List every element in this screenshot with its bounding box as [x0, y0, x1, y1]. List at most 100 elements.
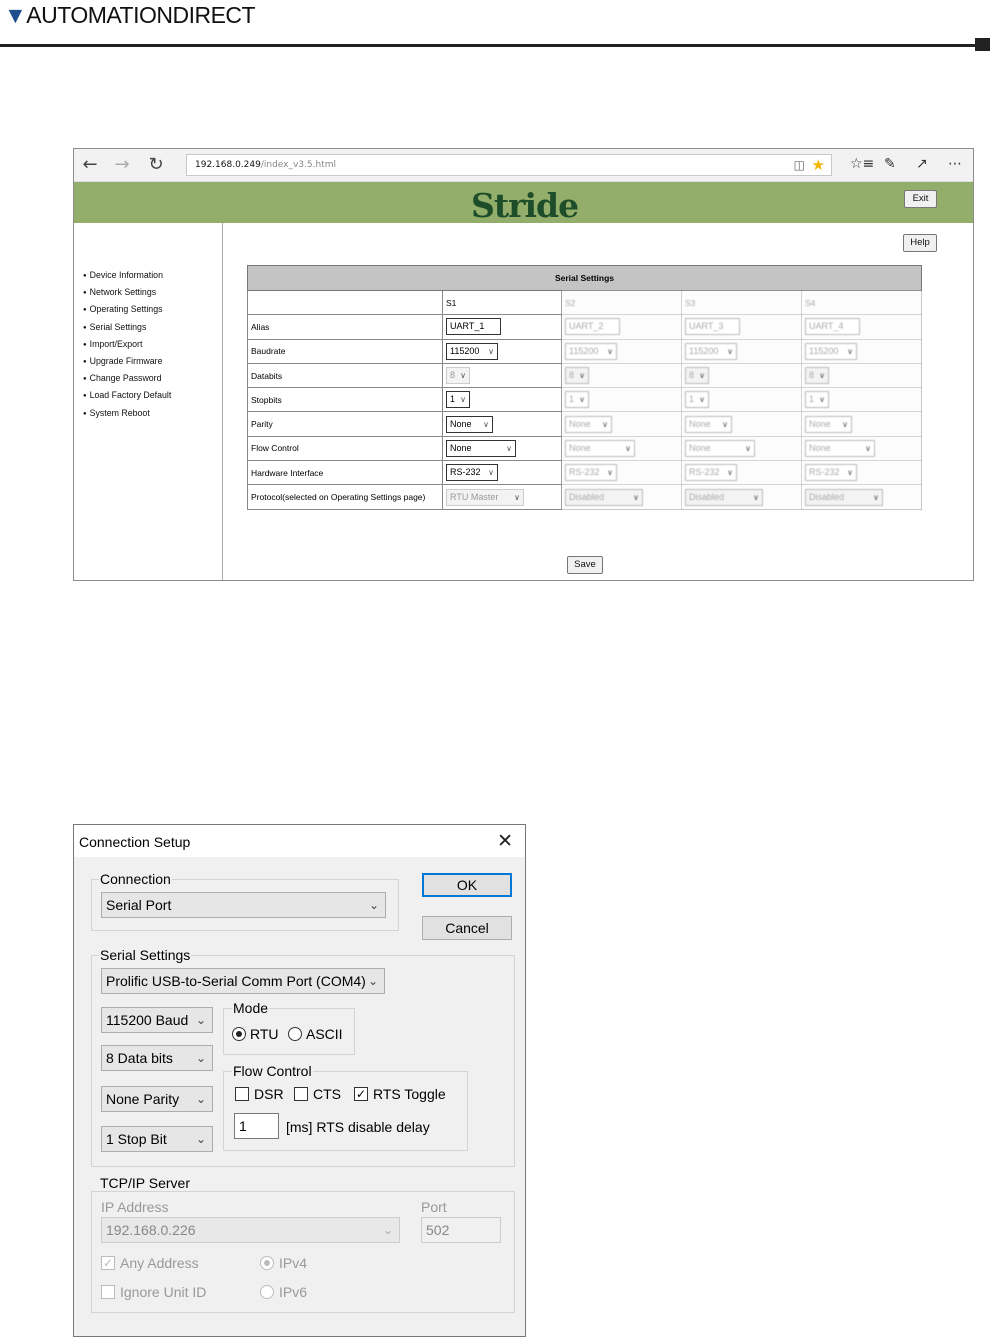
sidebar-item-operating-settings[interactable]: Operating Settings	[83, 301, 171, 318]
dialog-title: Connection Setup	[79, 834, 191, 850]
favorite-star-icon[interactable]: ★	[812, 156, 825, 174]
parity-select-s1[interactable]: None	[446, 415, 493, 433]
parity-select-s2[interactable]: None	[565, 415, 612, 433]
table-row: Hardware Interface RS-232 RS-232 RS-232 …	[247, 460, 922, 486]
sidebar-item-serial-settings[interactable]: Serial Settings	[83, 319, 171, 336]
alias-input-s4[interactable]: UART_4	[805, 318, 860, 336]
serial-settings-group-label: Serial Settings	[99, 947, 192, 963]
hardware-interface-select-s2[interactable]: RS-232	[565, 464, 617, 482]
sidebar-item-load-factory-default[interactable]: Load Factory Default	[83, 387, 172, 404]
baud-value: 115200 Baud	[106, 1012, 189, 1028]
alias-input-s2[interactable]: UART_2	[565, 318, 620, 336]
ok-button[interactable]: OK	[422, 873, 512, 897]
ignore-unit-id-label: Ignore Unit ID	[120, 1284, 207, 1300]
rts-toggle-checkbox[interactable]: ✓	[354, 1087, 368, 1101]
parity-select-s4[interactable]: None	[805, 415, 852, 433]
parity-select[interactable]: None Parity ⌄	[101, 1086, 213, 1112]
hardware-interface-select-s1[interactable]: RS-232	[446, 464, 498, 482]
sidebar-item-import-export[interactable]: Import/Export	[83, 336, 171, 353]
parity-value: None Parity	[106, 1091, 180, 1107]
any-address-checkbox[interactable]: ✓	[101, 1256, 115, 1270]
flow-control-select-s1[interactable]: None	[446, 439, 516, 457]
hardware-interface-select-s4[interactable]: RS-232	[805, 464, 857, 482]
sidebar-item-system-reboot[interactable]: System Reboot	[83, 405, 171, 422]
port-input[interactable]: 502	[421, 1217, 501, 1243]
save-button[interactable]: Save	[567, 556, 603, 574]
protocol-select-s4[interactable]: Disabled	[805, 488, 883, 506]
exit-button[interactable]: Exit	[904, 190, 937, 208]
manual-page: { "brand": {"logo_text": "AUTOMATIONDIRE…	[0, 0, 990, 1337]
parity-select-s3[interactable]: None	[685, 415, 732, 433]
row-label: Databits	[247, 362, 443, 389]
share-icon[interactable]: ↗	[916, 156, 928, 172]
alias-input-s3[interactable]: UART_3	[685, 318, 740, 336]
rtu-radio[interactable]	[232, 1027, 246, 1041]
chevron-down-icon: ⌄	[195, 1051, 206, 1065]
baudrate-select-s2[interactable]: 115200	[565, 342, 617, 360]
stopbits-select-s4[interactable]: 1	[805, 391, 829, 409]
address-bar[interactable]: 192.168.0.249/index_v3.5.html ◫ ★	[186, 154, 832, 176]
connection-type-value: Serial Port	[106, 897, 172, 913]
ipv6-radio[interactable]	[260, 1285, 274, 1299]
refresh-icon[interactable]: ↻	[144, 154, 168, 175]
flow-control-select-s4[interactable]: None	[805, 439, 875, 457]
ipv4-radio[interactable]	[260, 1256, 274, 1270]
stop-bit-value: 1 Stop Bit	[106, 1131, 167, 1147]
chevron-down-icon: ⌄	[195, 1132, 206, 1146]
flow-control-select-s2[interactable]: None	[565, 439, 635, 457]
protocol-select-s1[interactable]: RTU Master	[446, 488, 524, 506]
browser-toolbar: ← → ↻ 192.168.0.249/index_v3.5.html ◫ ★ …	[74, 149, 973, 182]
more-icon[interactable]: ⋯	[948, 156, 962, 172]
databits-select-s4[interactable]: 8	[805, 367, 829, 385]
reading-view-icon[interactable]: ◫	[794, 156, 805, 174]
stopbits-select-s2[interactable]: 1	[565, 391, 589, 409]
baud-select[interactable]: 115200 Baud ⌄	[101, 1007, 213, 1033]
table-row: Baudrate 115200 115200 115200 115200	[247, 338, 922, 364]
pen-icon[interactable]: ✎	[884, 156, 896, 172]
connection-type-select[interactable]: Serial Port ⌄	[101, 892, 386, 918]
stop-bit-select[interactable]: 1 Stop Bit ⌄	[101, 1126, 213, 1152]
sidebar-item-change-password[interactable]: Change Password	[83, 370, 171, 387]
stopbits-select-s1[interactable]: 1	[446, 391, 470, 409]
row-label: Alias	[247, 314, 443, 340]
column-header: S3	[681, 289, 802, 316]
sidebar-item-network-settings[interactable]: Network Settings	[83, 284, 171, 301]
connection-group-label: Connection	[99, 871, 172, 887]
com-port-select[interactable]: Prolific USB-to-Serial Comm Port (COM4) ⌄	[101, 968, 385, 994]
hardware-interface-select-s3[interactable]: RS-232	[685, 464, 737, 482]
dsr-checkbox[interactable]	[235, 1087, 249, 1101]
ignore-unit-id-checkbox[interactable]	[101, 1285, 115, 1299]
help-button[interactable]: Help	[903, 234, 937, 252]
address-path: /index_v3.5.html	[260, 160, 336, 170]
cancel-button[interactable]: Cancel	[422, 916, 512, 940]
ascii-radio[interactable]	[288, 1027, 302, 1041]
chevron-down-icon: ⌄	[195, 1013, 206, 1027]
close-icon[interactable]: ✕	[497, 830, 513, 852]
rts-delay-input[interactable]: 1	[234, 1113, 279, 1139]
protocol-select-s3[interactable]: Disabled	[685, 488, 763, 506]
flow-control-select-s3[interactable]: None	[685, 439, 755, 457]
alias-input-s1[interactable]: UART_1	[446, 318, 501, 336]
data-bits-select[interactable]: 8 Data bits ⌄	[101, 1045, 213, 1071]
databits-select-s2[interactable]: 8	[565, 367, 589, 385]
forward-arrow-icon[interactable]: →	[110, 154, 134, 175]
sidebar-item-device-information[interactable]: Device Information	[83, 267, 171, 284]
stopbits-select-s3[interactable]: 1	[685, 391, 709, 409]
row-label: Baudrate	[247, 338, 443, 364]
databits-select-s3[interactable]: 8	[685, 367, 709, 385]
protocol-select-s2[interactable]: Disabled	[565, 488, 643, 506]
baudrate-select-s1[interactable]: 115200	[446, 342, 498, 360]
back-arrow-icon[interactable]: ←	[78, 154, 102, 175]
favorites-list-icon[interactable]: ☆≡	[850, 156, 874, 172]
table-title: Serial Settings	[247, 265, 922, 291]
sidebar-item-upgrade-firmware[interactable]: Upgrade Firmware	[83, 353, 171, 370]
logo-triangle-icon: ▼	[4, 2, 27, 28]
baudrate-select-s4[interactable]: 115200	[805, 342, 857, 360]
sidebar-menu: Device Information Network Settings Oper…	[74, 223, 223, 580]
cts-checkbox[interactable]	[294, 1087, 308, 1101]
ip-address-select[interactable]: 192.168.0.226 ⌄	[101, 1217, 400, 1243]
column-header: S4	[801, 289, 922, 316]
baudrate-select-s3[interactable]: 115200	[685, 342, 737, 360]
databits-select-s1[interactable]: 8	[446, 367, 470, 385]
column-header: S1	[442, 289, 562, 316]
